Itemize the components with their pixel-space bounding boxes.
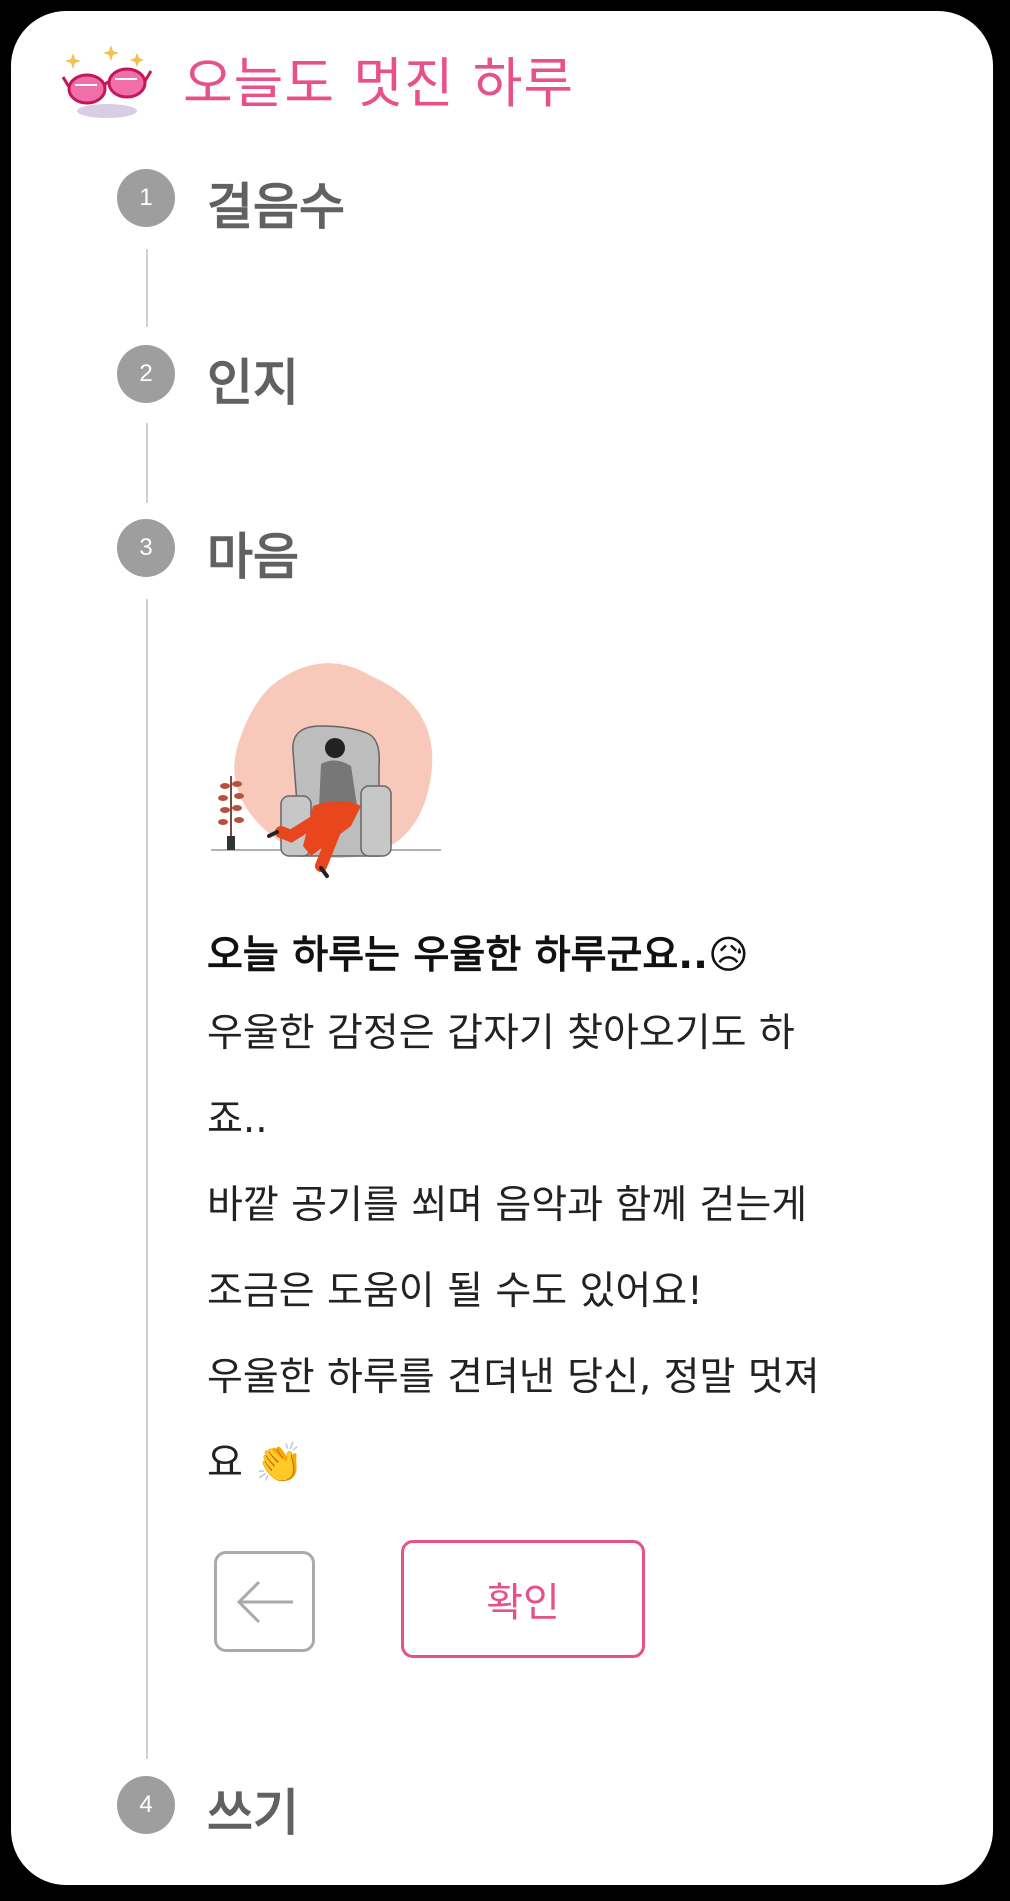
step-connector [146, 249, 148, 327]
arrow-left-icon [236, 1580, 293, 1623]
message-line: 우울한 감정은 갑자기 찾아오기도 하 [207, 1011, 795, 1056]
mood-heading: 오늘 하루는 우울한 하루군요..😥 [207, 921, 927, 991]
sparkle-glasses-icon [61, 41, 153, 121]
mood-message: 오늘 하루는 우울한 하루군요..😥 우울한 감정은 갑자기 찾아오기도 하 죠… [207, 921, 927, 1507]
clapping-hands-emoji: 👏 [255, 1441, 304, 1486]
step-4-title[interactable]: 쓰기 [207, 1773, 299, 1845]
mood-heading-text: 오늘 하루는 우울한 하루군요.. [207, 933, 708, 978]
message-line-last: 요 👏 [207, 1421, 927, 1507]
message-line: 바깥 공기를 쐬며 음악과 함께 걷는게 [207, 1183, 808, 1228]
step-3-title[interactable]: 마음 [207, 517, 299, 589]
sad-face-emoji: 😥 [707, 933, 749, 978]
step-1-title[interactable]: 걸음수 [207, 167, 345, 239]
message-line: 조금은 도움이 될 수도 있어요! [207, 1269, 703, 1314]
message-line: 요 [207, 1441, 243, 1486]
step-1-number: 1 [117, 169, 175, 227]
step-4-number: 4 [117, 1776, 175, 1834]
message-line: 죠.. [207, 1097, 268, 1142]
woman-sitting-armchair-illustration [211, 656, 451, 896]
step-2-number: 2 [117, 345, 175, 403]
app-title: 오늘도 멋진 하루 [183, 52, 575, 115]
message-line: 우울한 하루를 견뎌낸 당신, 정말 멋져 [207, 1355, 820, 1400]
phone-screen: 오늘도 멋진 하루 1 걸음수 2 인지 3 마음 오늘 하루는 우울한 하루군… [6, 6, 998, 1890]
confirm-button[interactable]: 확인 [401, 1540, 645, 1658]
step-3-number: 3 [117, 519, 175, 577]
back-button[interactable] [214, 1551, 315, 1652]
app-header [61, 41, 153, 121]
step-connector [146, 423, 148, 503]
step-2-title[interactable]: 인지 [207, 343, 299, 415]
step-connector [146, 599, 148, 1759]
